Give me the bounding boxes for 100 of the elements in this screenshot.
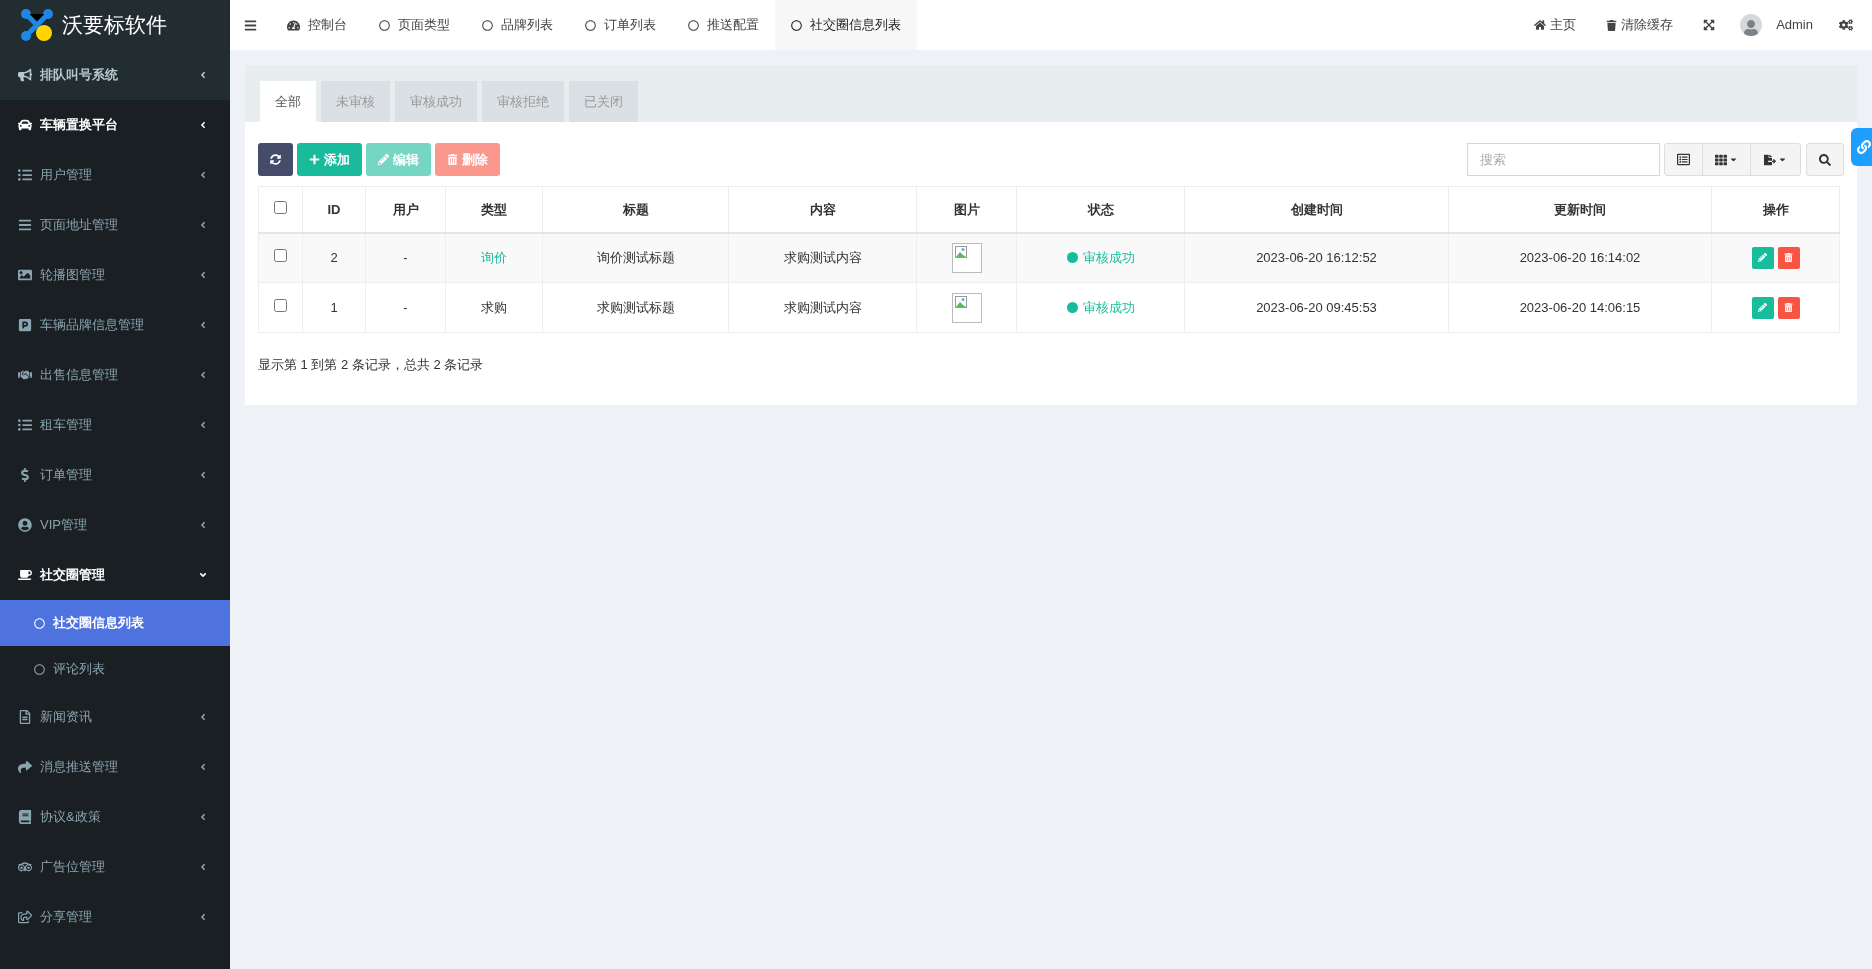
sidebar-item[interactable]: 社交圈管理: [0, 550, 230, 600]
chevron-left-icon: [198, 812, 208, 822]
list-icon: [1677, 153, 1690, 166]
cup-icon: [18, 568, 32, 582]
caret-icon: [1778, 155, 1787, 164]
table-cell: 求购: [445, 282, 543, 333]
document-icon: [18, 710, 32, 724]
pencil-icon: [1758, 253, 1767, 263]
table-cell: -: [365, 232, 446, 283]
table-cell: 询价: [445, 232, 543, 283]
user-name-link[interactable]: Admin: [1762, 15, 1831, 35]
delete-button[interactable]: [1777, 296, 1800, 319]
search-button[interactable]: [1806, 143, 1844, 176]
menu-icon: [18, 218, 32, 232]
sidebar-item[interactable]: 租车管理: [0, 400, 230, 450]
image-icon: [18, 268, 32, 282]
sidebar-item[interactable]: 新闻资讯: [0, 692, 230, 742]
search-field[interactable]: 搜索: [1467, 143, 1660, 176]
column-header: 标题: [542, 186, 729, 233]
table-cell: 求购测试内容: [728, 232, 917, 283]
chevron-left-icon: [198, 270, 208, 280]
chevron-left-icon: [198, 862, 208, 872]
fullscreen-icon[interactable]: [1703, 19, 1716, 31]
sidebar-item[interactable]: 轮播图管理: [0, 250, 230, 300]
sidebar-item[interactable]: 订单管理: [0, 450, 230, 500]
sidebar-subitem[interactable]: 评论列表: [0, 646, 230, 692]
sidebar-subitem[interactable]: 社交圈信息列表: [0, 600, 230, 646]
column-header: 用户: [365, 186, 446, 233]
row-checkbox[interactable]: [274, 249, 287, 262]
nav-tab[interactable]: 社交圈信息列表: [775, 0, 917, 50]
sidebar-item[interactable]: VIP管理: [0, 500, 230, 550]
chevron-left-icon: [198, 912, 208, 922]
column-header: 更新时间: [1448, 186, 1712, 233]
sidebar-item[interactable]: 车辆品牌信息管理: [0, 300, 230, 350]
clear-cache-link[interactable]: 清除缓存: [1591, 15, 1689, 35]
table-cell: 2023-06-20 16:12:52: [1184, 232, 1449, 283]
home-link[interactable]: 主页: [1519, 15, 1592, 35]
car-icon: [18, 118, 32, 132]
table-cell: 1: [302, 282, 366, 333]
list-icon: [18, 168, 32, 182]
column-header: 操作: [1711, 186, 1840, 233]
column-header: ID: [302, 186, 366, 233]
plus-icon: [309, 154, 320, 165]
pagination-summary: 显示第 1 到第 2 条记录，总共 2 条记录: [258, 356, 485, 374]
column-header: 图片: [916, 186, 1017, 233]
book-icon: [18, 810, 32, 824]
list-icon: [18, 418, 32, 432]
sidebar-item[interactable]: 分享管理: [0, 892, 230, 942]
sidebar-item[interactable]: 排队叫号系统: [0, 50, 230, 100]
sidebar-item[interactable]: 页面地址管理: [0, 200, 230, 250]
table-cell: 2023-06-20 16:14:02: [1448, 232, 1712, 283]
pencil-icon: [1758, 303, 1767, 312]
select-all-checkbox[interactable]: [274, 200, 287, 214]
trash-icon: [1784, 253, 1793, 263]
column-header: 类型: [445, 186, 543, 233]
column-header: 内容: [728, 186, 917, 233]
refresh-icon: [270, 154, 281, 165]
float-link-button[interactable]: [1851, 128, 1872, 166]
table-cell: 求购测试标题: [542, 282, 729, 333]
export-icon: [1764, 153, 1776, 166]
dollar-icon: [18, 468, 32, 482]
share-icon: [18, 760, 32, 774]
table-cell: 2023-06-20 09:45:53: [1184, 282, 1449, 333]
nav-tab[interactable]: 控制台: [271, 0, 363, 50]
table-cell: 2023-06-20 14:06:15: [1448, 282, 1712, 333]
nav-tab[interactable]: 订单列表: [569, 0, 672, 50]
home-icon: [1534, 19, 1547, 31]
chevron-left-icon: [198, 420, 208, 430]
chevron-left-icon: [198, 170, 208, 180]
trash-icon: [1606, 19, 1618, 31]
sidebar-item[interactable]: 协议&政策: [0, 792, 230, 842]
refresh-button[interactable]: [258, 143, 293, 176]
settings-icon[interactable]: [1839, 18, 1853, 32]
broken-image-icon: [951, 242, 982, 273]
caret-icon: [1729, 155, 1738, 164]
chevron-left-icon: [198, 120, 208, 130]
broken-image-icon: [951, 292, 982, 323]
column-header: 创建时间: [1184, 186, 1449, 233]
chevron-left-icon: [198, 470, 208, 480]
link-icon: [1857, 140, 1871, 154]
delete-button[interactable]: [1777, 246, 1800, 269]
status-text: 审核成功: [1082, 249, 1135, 267]
sidebar-item[interactable]: 车辆置换平台: [0, 100, 230, 150]
chevron-left-icon: [198, 320, 208, 330]
sidebar-item[interactable]: 广告位管理: [0, 842, 230, 892]
chevron-down-icon: [198, 570, 208, 580]
trash-icon: [447, 154, 458, 165]
nav-tab[interactable]: 推送配置: [672, 0, 775, 50]
sidebar-item[interactable]: 出售信息管理: [0, 350, 230, 400]
filter-tab[interactable]: 全部: [260, 81, 316, 122]
nav-tab[interactable]: 页面类型: [363, 0, 466, 50]
logo-icon: [20, 8, 54, 42]
nav-tab[interactable]: 品牌列表: [466, 0, 569, 50]
sidebar-item[interactable]: 用户管理: [0, 150, 230, 200]
row-checkbox[interactable]: [274, 298, 287, 312]
chevron-left-icon: [198, 520, 208, 530]
sidebar-item[interactable]: 消息推送管理: [0, 742, 230, 792]
menu-icon[interactable]: [244, 18, 257, 32]
owl-icon: [18, 860, 32, 874]
column-header: 状态: [1016, 186, 1185, 233]
